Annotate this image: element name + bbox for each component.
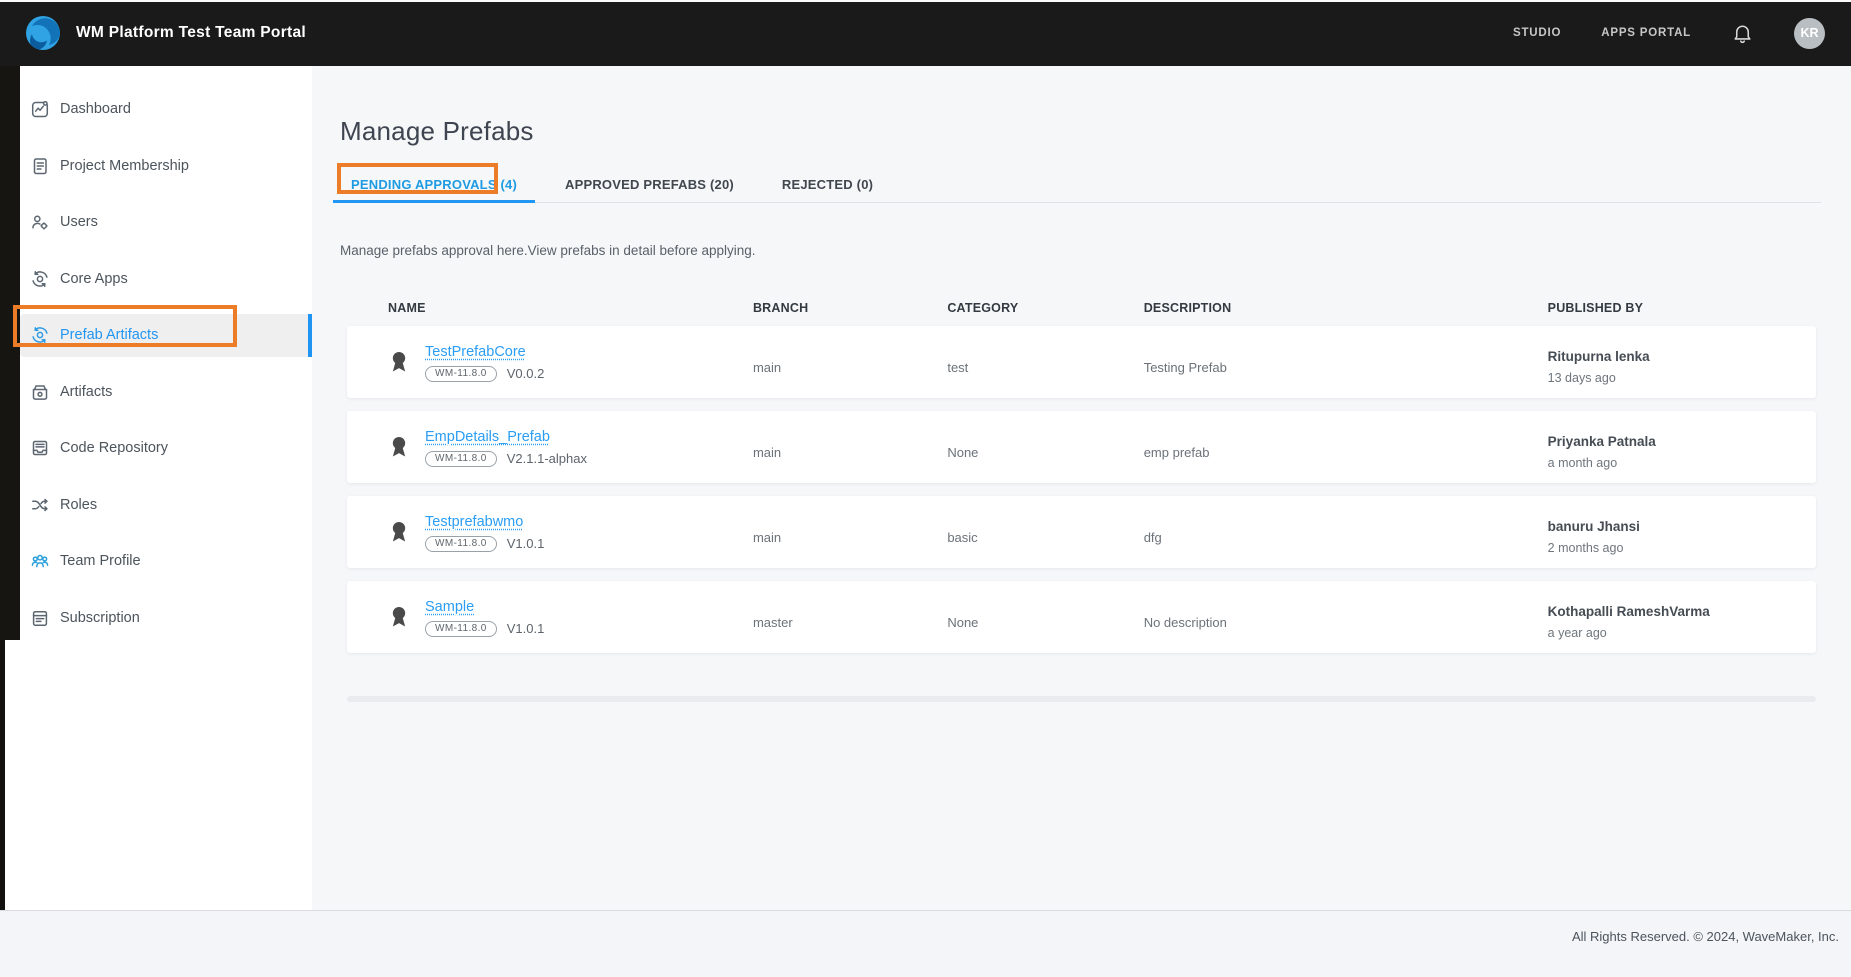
main-content: Manage Prefabs PENDING APPROVALS (4) APP… [312,66,1851,910]
platform-version-chip: WM-11.8.0 [425,621,497,637]
window-top-edge [0,0,1851,2]
prefab-name-link[interactable]: TestPrefabCore [425,344,526,360]
background-edge-strip [0,66,20,640]
table-row: Testprefabwmo WM-11.8.0 V1.0.1 main basi… [347,496,1816,568]
apps-portal-link[interactable]: APPS PORTAL [1601,27,1691,39]
sidebar-item-label: Subscription [60,610,140,626]
subscription-icon [30,608,50,628]
published-time-ago: 2 months ago [1548,541,1816,555]
sidebar-item-label: Core Apps [60,271,128,287]
sidebar-item-project-membership[interactable]: Project Membership [0,138,312,195]
tab-rejected[interactable]: REJECTED (0) [764,168,891,202]
studio-link[interactable]: STUDIO [1513,27,1561,39]
sidebar-item-label: Roles [60,497,97,513]
description-cell: dfg [1131,496,1535,568]
prefab-version: V1.0.1 [507,621,545,636]
sidebar-item-prefab-artifacts[interactable]: Prefab Artifacts [0,307,312,364]
description-cell: No description [1131,581,1535,653]
sidebar-item-subscription[interactable]: Subscription [0,590,312,647]
sidebar-item-label: Team Profile [60,553,141,569]
published-by-name: Ritupurna lenka [1548,349,1816,364]
prefab-name-link[interactable]: Testprefabwmo [425,514,523,530]
footer: All Rights Reserved. © 2024, WaveMaker, … [0,910,1851,977]
prefab-name-link[interactable]: EmpDetails_Prefab [425,429,550,445]
description-cell: emp prefab [1131,411,1535,483]
column-header-published-by: PUBLISHED BY [1535,301,1816,315]
sidebar-item-dashboard[interactable]: Dashboard [0,81,312,138]
sidebar-item-label: Prefab Artifacts [60,327,158,343]
sidebar-item-artifacts[interactable]: Artifacts [0,364,312,421]
user-avatar[interactable]: KR [1794,18,1825,49]
sidebar-item-roles[interactable]: Roles [0,477,312,534]
dashboard-icon [30,99,50,119]
sidebar-item-code-repository[interactable]: Code Repository [0,420,312,477]
sidebar-item-label: Artifacts [60,384,112,400]
prefab-ribbon-icon [388,604,410,631]
table-row: Sample WM-11.8.0 V1.0.1 master None No d… [347,581,1816,653]
table-end-divider [347,696,1816,702]
column-header-name: NAME [347,301,740,315]
prefab-ribbon-icon [388,349,410,376]
page-title: Manage Prefabs [340,116,1851,146]
footer-copyright-text: All Rights Reserved. © 2024, WaveMaker, … [1572,929,1839,944]
branch-cell: main [740,411,935,483]
sidebar-item-label: Code Repository [60,440,168,456]
active-item-indicator [308,314,312,357]
prefab-version: V1.0.1 [507,536,545,551]
sidebar-item-users[interactable]: Users [0,194,312,251]
prefab-version: V2.1.1-alphax [507,451,587,466]
published-by-name: banuru Jhansi [1548,519,1816,534]
prefab-artifacts-icon [30,325,50,345]
published-time-ago: a year ago [1548,626,1816,640]
users-icon [30,212,50,232]
tab-bar: PENDING APPROVALS (4) APPROVED PREFABS (… [333,168,1821,203]
published-time-ago: 13 days ago [1548,371,1816,385]
sidebar-item-core-apps[interactable]: Core Apps [0,251,312,308]
notifications-bell-icon[interactable] [1731,21,1754,45]
sidebar-item-label: Users [60,214,98,230]
table-header-row: NAME BRANCH CATEGORY DESCRIPTION PUBLISH… [347,301,1816,326]
project-membership-icon [30,156,50,176]
prefab-ribbon-icon [388,434,410,461]
published-by-name: Kothapalli RameshVarma [1548,604,1816,619]
roles-icon [30,495,50,515]
wavemaker-logo-icon [24,14,62,52]
column-header-description: DESCRIPTION [1131,301,1535,315]
prefabs-table: NAME BRANCH CATEGORY DESCRIPTION PUBLISH… [347,301,1816,702]
core-apps-icon [30,269,50,289]
top-header-bar: WM Platform Test Team Portal STUDIO APPS… [0,0,1851,66]
portal-title: WM Platform Test Team Portal [76,24,306,42]
category-cell: basic [935,496,1130,568]
category-cell: None [935,411,1130,483]
team-profile-icon [30,551,50,571]
category-cell: None [935,581,1130,653]
background-edge-strip [0,640,5,910]
column-header-branch: BRANCH [740,301,935,315]
published-by-name: Priyanka Patnala [1548,434,1816,449]
branch-cell: main [740,496,935,568]
sidebar: Dashboard Project Membership Users [0,66,312,910]
category-cell: test [935,326,1130,398]
prefab-version: V0.0.2 [507,366,545,381]
code-repository-icon [30,438,50,458]
platform-version-chip: WM-11.8.0 [425,536,497,552]
tab-approved-prefabs[interactable]: APPROVED PREFABS (20) [547,168,752,202]
prefab-ribbon-icon [388,519,410,546]
platform-version-chip: WM-11.8.0 [425,366,497,382]
column-header-category: CATEGORY [935,301,1130,315]
table-row: EmpDetails_Prefab WM-11.8.0 V2.1.1-alpha… [347,411,1816,483]
tab-description-text: Manage prefabs approval here.View prefab… [340,243,1823,259]
tab-pending-approvals[interactable]: PENDING APPROVALS (4) [333,168,535,202]
prefab-name-link[interactable]: Sample [425,599,474,615]
platform-version-chip: WM-11.8.0 [425,451,497,467]
description-cell: Testing Prefab [1131,326,1535,398]
branch-cell: main [740,326,935,398]
table-row: TestPrefabCore WM-11.8.0 V0.0.2 main tes… [347,326,1816,398]
sidebar-item-label: Dashboard [60,101,131,117]
sidebar-item-label: Project Membership [60,158,189,174]
sidebar-item-team-profile[interactable]: Team Profile [0,533,312,590]
artifacts-icon [30,382,50,402]
branch-cell: master [740,581,935,653]
published-time-ago: a month ago [1548,456,1816,470]
